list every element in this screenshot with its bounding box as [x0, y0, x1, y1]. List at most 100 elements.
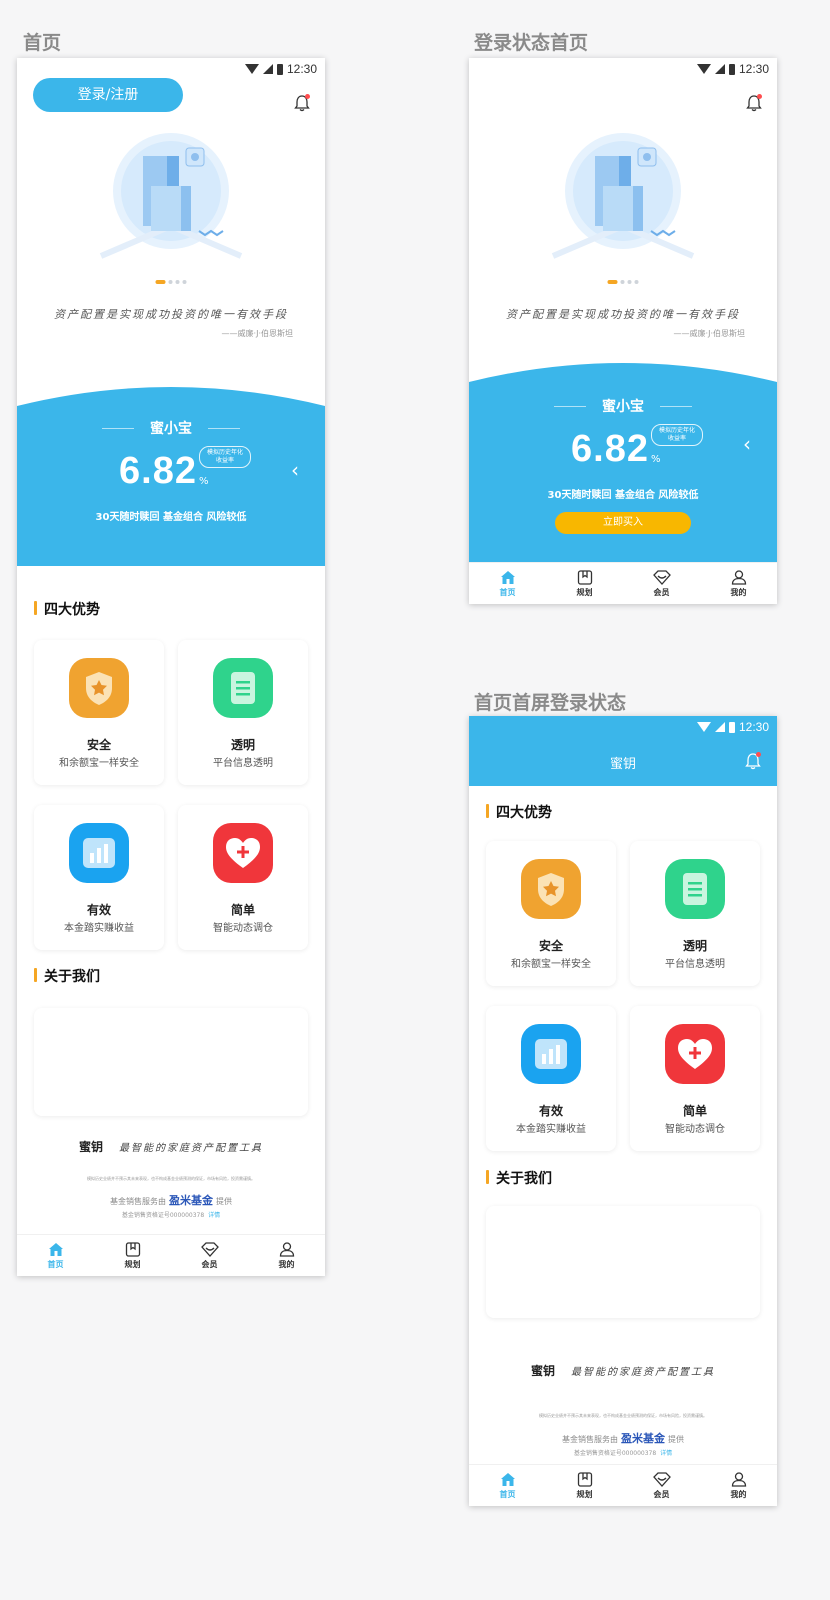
screen-title-home: 首页 — [23, 32, 62, 54]
notification-bell-icon[interactable] — [294, 94, 310, 112]
advantage-subtitle: 平台信息透明 — [665, 959, 725, 970]
disclaimer-text: 模拟历史业绩并不预示其未来表现，也不构成基金业绩预测的保证，市场有风险，投资需谨… — [87, 1176, 255, 1181]
status-time: 12:30 — [738, 62, 769, 76]
advantage-subtitle: 本金踏实赚收益 — [516, 1124, 586, 1135]
license-detail-link[interactable]: 详情 — [660, 1450, 672, 1457]
home-icon — [500, 1472, 515, 1486]
advantage-title: 安全 — [86, 738, 111, 752]
tab-profile[interactable]: 我的 — [700, 563, 777, 604]
carousel-indicator[interactable] — [607, 280, 639, 284]
rate-unit: % — [199, 476, 209, 487]
chevron-left-icon[interactable]: ‹ — [743, 432, 751, 456]
member-icon — [652, 1471, 671, 1487]
advantage-card-simple[interactable]: 简单 智能动态调仓 — [178, 805, 308, 950]
license-detail-link[interactable]: 详情 — [208, 1212, 220, 1219]
tab-profile[interactable]: 我的 — [700, 1465, 777, 1506]
advantage-card-safe[interactable]: 安全 和余额宝一样安全 — [34, 640, 164, 785]
tab-member[interactable]: 会员 — [623, 563, 700, 604]
tab-home[interactable]: 首页 — [469, 563, 546, 604]
notification-dot — [756, 752, 761, 757]
tab-home[interactable]: 首页 — [469, 1465, 546, 1506]
cellular-icon — [714, 722, 725, 732]
wifi-icon — [696, 722, 711, 732]
notification-bell-icon[interactable] — [745, 752, 761, 770]
tab-plan[interactable]: 规划 — [546, 1465, 623, 1506]
product-description: 30天随时赎回 基金组合 风险较低 — [95, 512, 247, 523]
banner-curve — [469, 352, 777, 382]
plan-icon — [577, 1471, 592, 1487]
wifi-icon — [696, 64, 711, 74]
advantage-card-transparent[interactable]: 透明 平台信息透明 — [630, 841, 760, 986]
rate-unit: % — [651, 454, 661, 465]
tab-home[interactable]: 首页 — [17, 1235, 94, 1276]
product-banner[interactable]: 蜜小宝 6.82 % 模拟历史年化收益率 30天随时赎回 基金组合 风险较低 ‹… — [469, 352, 777, 564]
screen-title-scrolled: 首页首屏登录状态 — [474, 692, 627, 714]
heart-plus-icon — [213, 823, 273, 883]
tab-profile[interactable]: 我的 — [248, 1235, 325, 1276]
status-bar: 12:30 — [17, 58, 325, 80]
shield-star-icon — [521, 859, 581, 919]
disclaimer-text: 模拟历史业绩并不预示其未来表现，也不构成基金业绩预测的保证，市场有风险，投资需谨… — [539, 1413, 707, 1418]
advantage-title: 透明 — [682, 939, 707, 953]
brand-slogan-row: 蜜钥 最智能的家庭资产配置工具 — [17, 1138, 325, 1155]
brand-slogan-row: 蜜钥 最智能的家庭资产配置工具 — [469, 1362, 777, 1379]
buy-now-button[interactable]: 立即买入 — [555, 512, 691, 534]
brand-slogan: 最智能的家庭资产配置工具 — [119, 1143, 263, 1154]
login-register-button[interactable]: 登录/注册 — [33, 78, 183, 112]
license-number: 基金销售资格证号000000378 — [573, 1450, 657, 1457]
provider-logo: 盈米基金 — [169, 1194, 213, 1207]
tab-bar: 首页 规划 会员 我的 — [469, 1464, 777, 1506]
phone-home: 12:30 登录/注册 资产配置是实现成功投资的唯一有效手段 ——威廉·J·伯恩… — [17, 58, 325, 1276]
screen-title-logged-in: 登录状态首页 — [474, 32, 589, 54]
section-title-advantages: 四大优势 — [486, 802, 552, 822]
advantage-subtitle: 智能动态调仓 — [213, 923, 273, 934]
chevron-left-icon[interactable]: ‹ — [291, 458, 299, 482]
notification-dot — [305, 94, 310, 99]
advantage-subtitle: 智能动态调仓 — [665, 1124, 725, 1135]
notification-bell-icon[interactable] — [746, 94, 762, 112]
advantage-subtitle: 和余额宝一样安全 — [511, 959, 591, 970]
product-name: 蜜小宝 — [150, 421, 192, 437]
advantage-card-effective[interactable]: 有效 本金踏实赚收益 — [486, 1006, 616, 1151]
hero-illustration — [99, 133, 243, 259]
document-icon — [213, 658, 273, 718]
tab-member[interactable]: 会员 — [623, 1465, 700, 1506]
advantage-card-safe[interactable]: 安全 和余额宝一样安全 — [486, 841, 616, 986]
tab-bar: 首页 规划 会员 我的 — [17, 1234, 325, 1276]
rate-tooltip-bubble: 模拟历史年化收益率 — [199, 446, 251, 468]
bar-chart-icon — [521, 1024, 581, 1084]
advantage-title: 透明 — [230, 738, 255, 752]
home-icon — [48, 1242, 63, 1256]
phone-logged-in: 12:30 资产配置是实现成功投资的唯一有效手段 ——威廉·J·伯恩斯坦 蜜小宝… — [469, 58, 777, 604]
license-row: 基金销售资格证号000000378 详情 — [469, 1448, 777, 1457]
advantage-title: 简单 — [230, 903, 255, 917]
document-icon — [665, 859, 725, 919]
quote-text: 资产配置是实现成功投资的唯一有效手段 — [506, 308, 740, 321]
advantage-title: 简单 — [682, 1104, 707, 1118]
tab-plan[interactable]: 规划 — [94, 1235, 171, 1276]
about-card[interactable] — [486, 1206, 760, 1318]
advantage-subtitle: 本金踏实赚收益 — [64, 923, 134, 934]
home-icon — [500, 570, 515, 584]
about-card[interactable] — [34, 1008, 308, 1116]
provider-logo: 盈米基金 — [621, 1432, 665, 1445]
tab-member[interactable]: 会员 — [171, 1235, 248, 1276]
profile-icon — [731, 1471, 746, 1487]
advantage-subtitle: 平台信息透明 — [213, 758, 273, 769]
license-number: 基金销售资格证号000000378 — [121, 1212, 205, 1219]
product-banner[interactable]: 蜜小宝 6.82 % 模拟历史年化收益率 30天随时赎回 基金组合 风险较低 ‹ — [17, 376, 325, 566]
tab-plan[interactable]: 规划 — [546, 563, 623, 604]
advantage-card-effective[interactable]: 有效 本金踏实赚收益 — [34, 805, 164, 950]
brand-name: 蜜钥 — [530, 1364, 555, 1378]
member-icon — [652, 569, 671, 585]
advantage-title: 有效 — [86, 903, 111, 917]
top-app-bar: 12:30 蜜钥 — [469, 716, 777, 786]
advantage-card-simple[interactable]: 简单 智能动态调仓 — [630, 1006, 760, 1151]
section-title-about: 关于我们 — [486, 1168, 552, 1188]
notification-dot — [757, 94, 762, 99]
advantage-title: 有效 — [538, 1104, 563, 1118]
brand-name: 蜜钥 — [78, 1140, 103, 1154]
advantage-card-transparent[interactable]: 透明 平台信息透明 — [178, 640, 308, 785]
cellular-icon — [714, 64, 725, 74]
carousel-indicator[interactable] — [155, 280, 187, 284]
